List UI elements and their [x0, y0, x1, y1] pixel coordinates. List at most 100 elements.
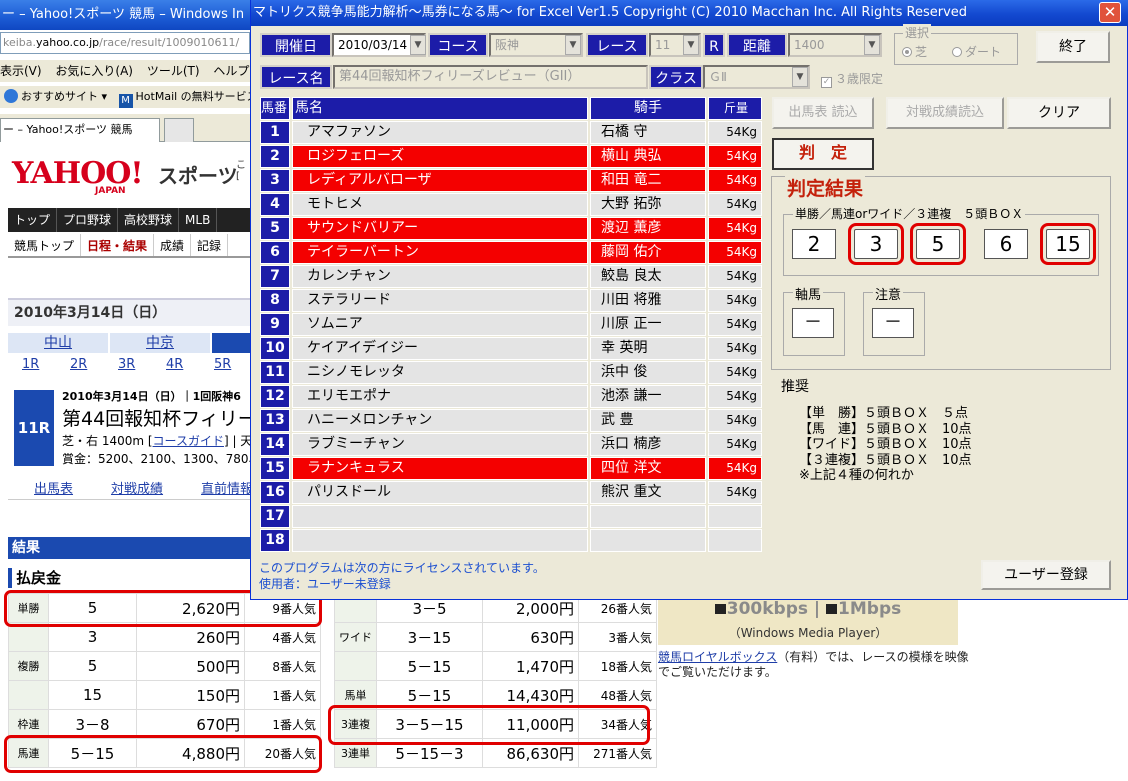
horse-row[interactable]: 18: [260, 529, 762, 553]
subnav-standings[interactable]: 成績: [154, 234, 192, 256]
horse-name[interactable]: ケイアイデイジー: [292, 337, 588, 360]
horse-name[interactable]: ラブミーチャン: [292, 433, 588, 456]
horse-name[interactable]: ハニーメロンチャン: [292, 409, 588, 432]
browser-tab-active[interactable]: ー – Yahoo!スポーツ 競馬: [0, 118, 160, 142]
horse-row[interactable]: 8 ステラリード 川田 将雅 54Kg: [260, 289, 762, 313]
horse-weight[interactable]: 54Kg: [708, 433, 762, 456]
horse-jockey[interactable]: 川原 正一: [590, 313, 706, 336]
royal-box-link[interactable]: 競馬ロイヤルボックス: [658, 650, 777, 664]
fav-recommended[interactable]: おすすめサイト ▾: [21, 90, 107, 103]
link-pre-race-info[interactable]: 直前情報: [201, 482, 250, 497]
subnav-schedule-results[interactable]: 日程・結果: [81, 234, 155, 256]
radio-turf[interactable]: 芝: [902, 43, 927, 60]
venue-chukyo[interactable]: 中京: [110, 333, 210, 353]
horse-jockey[interactable]: 川田 将雅: [590, 289, 706, 312]
horse-weight[interactable]: 54Kg: [708, 193, 762, 216]
new-tab-button[interactable]: [164, 118, 194, 142]
link-entries[interactable]: 出馬表: [34, 482, 73, 497]
race-link-1r[interactable]: 1R: [8, 357, 56, 372]
horse-name[interactable]: カレンチャン: [292, 265, 588, 288]
horse-jockey[interactable]: [590, 529, 706, 552]
nav-top[interactable]: トップ: [8, 208, 58, 232]
horse-weight[interactable]: 54Kg: [708, 313, 762, 336]
horse-name[interactable]: ロジフェローズ: [292, 145, 588, 168]
horse-name[interactable]: [292, 529, 588, 552]
menu-help[interactable]: ヘルプ(H): [213, 64, 250, 78]
fav-hotmail[interactable]: HotMail の無料サービス: [136, 90, 250, 103]
subnav-keiba-top[interactable]: 競馬トップ: [8, 234, 82, 256]
race-name-field[interactable]: 第44回報知杯フィリーズレビュー（GII）: [333, 65, 648, 89]
distance-dropdown-icon[interactable]: ▼: [864, 35, 880, 55]
horse-weight[interactable]: 54Kg: [708, 265, 762, 288]
load-entries-button[interactable]: 出馬表 読込: [772, 97, 874, 129]
horse-jockey[interactable]: 和田 竜二: [590, 169, 706, 192]
course-guide-link[interactable]: コースガイド: [153, 434, 224, 448]
horse-jockey[interactable]: 浜中 俊: [590, 361, 706, 384]
horse-name[interactable]: [292, 505, 588, 528]
nav-mlb[interactable]: MLB: [179, 208, 218, 232]
judge-button[interactable]: 判 定: [772, 138, 874, 170]
address-bar[interactable]: keiba.yahoo.co.jp/race/result/1009010611…: [0, 32, 250, 54]
horse-name[interactable]: モトヒメ: [292, 193, 588, 216]
horse-row[interactable]: 4 モトヒメ 大野 拓弥 54Kg: [260, 193, 762, 217]
horse-weight[interactable]: 54Kg: [708, 121, 762, 144]
horse-row[interactable]: 6 テイラーバートン 藤岡 佑介 54Kg: [260, 241, 762, 265]
horse-jockey[interactable]: 石橋 守: [590, 121, 706, 144]
nav-hs-baseball[interactable]: 高校野球: [118, 208, 180, 232]
horse-row[interactable]: 3 レディアルバローザ 和田 竜二 54Kg: [260, 169, 762, 193]
class-dropdown-icon[interactable]: ▼: [792, 67, 808, 87]
horse-weight[interactable]: 54Kg: [708, 481, 762, 504]
horse-jockey[interactable]: 横山 典弘: [590, 145, 706, 168]
horse-weight[interactable]: 54Kg: [708, 457, 762, 480]
horse-name[interactable]: ニシノモレッタ: [292, 361, 588, 384]
horse-jockey[interactable]: 大野 拓弥: [590, 193, 706, 216]
horse-row[interactable]: 12 エリモエポナ 池添 謙一 54Kg: [260, 385, 762, 409]
horse-name[interactable]: ソムニア: [292, 313, 588, 336]
horse-jockey[interactable]: 幸 英明: [590, 337, 706, 360]
horse-weight[interactable]: 54Kg: [708, 217, 762, 240]
radio-dirt[interactable]: ダート: [952, 43, 1001, 60]
horse-name[interactable]: サウンドバリアー: [292, 217, 588, 240]
horse-jockey[interactable]: 渡辺 薫彦: [590, 217, 706, 240]
video-1mbps[interactable]: 1Mbps: [838, 599, 901, 619]
horse-name[interactable]: ステラリード: [292, 289, 588, 312]
horse-row[interactable]: 16 パリスドール 熊沢 重文 54Kg: [260, 481, 762, 505]
race-link-4r[interactable]: 4R: [152, 357, 200, 372]
horse-jockey[interactable]: 藤岡 佑介: [590, 241, 706, 264]
horse-jockey[interactable]: 武 豊: [590, 409, 706, 432]
horse-weight[interactable]: 54Kg: [708, 361, 762, 384]
horse-row[interactable]: 2 ロジフェローズ 横山 典弘 54Kg: [260, 145, 762, 169]
race-link-2r[interactable]: 2R: [56, 357, 104, 372]
date-dropdown-icon[interactable]: ▼: [410, 35, 426, 55]
video-300kbps[interactable]: 300kbps: [727, 599, 808, 619]
horse-row[interactable]: 5 サウンドバリアー 渡辺 薫彦 54Kg: [260, 217, 762, 241]
user-register-button[interactable]: ユーザー登録: [981, 560, 1111, 590]
venue-nakayama[interactable]: 中山: [8, 333, 108, 353]
horse-weight[interactable]: 54Kg: [708, 145, 762, 168]
clear-button[interactable]: クリア: [1007, 97, 1111, 129]
horse-row[interactable]: 13 ハニーメロンチャン武 豊 54Kg: [260, 409, 762, 433]
horse-row[interactable]: 11 ニシノモレッタ 浜中 俊 54Kg: [260, 361, 762, 385]
horse-row[interactable]: 17: [260, 505, 762, 529]
horse-name[interactable]: テイラーバートン: [292, 241, 588, 264]
horse-name[interactable]: エリモエポナ: [292, 385, 588, 408]
yahoo-logo[interactable]: YAHOO!: [12, 158, 152, 200]
horse-jockey[interactable]: [590, 505, 706, 528]
horse-weight[interactable]: 54Kg: [708, 169, 762, 192]
menu-view[interactable]: 表示(V): [0, 64, 42, 78]
horse-jockey[interactable]: 池添 謙一: [590, 385, 706, 408]
race-link-3r[interactable]: 3R: [104, 357, 152, 372]
horse-weight[interactable]: 54Kg: [708, 289, 762, 312]
horse-weight[interactable]: 54Kg: [708, 385, 762, 408]
horse-row[interactable]: 9 ソムニア 川原 正一 54Kg: [260, 313, 762, 337]
horse-row[interactable]: 1 アマファソン 石橋 守 54Kg: [260, 121, 762, 145]
race-link-5r[interactable]: 5R: [200, 357, 248, 372]
horse-name[interactable]: アマファソン: [292, 121, 588, 144]
horse-weight[interactable]: [708, 505, 762, 528]
horse-row[interactable]: 10 ケイアイデイジー幸 英明 54Kg: [260, 337, 762, 361]
horse-weight[interactable]: 54Kg: [708, 241, 762, 264]
load-records-button[interactable]: 対戦成績読込: [886, 97, 1004, 129]
horse-jockey[interactable]: 熊沢 重文: [590, 481, 706, 504]
horse-row[interactable]: 15 ラナンキュラス 四位 洋文 54Kg: [260, 457, 762, 481]
subnav-records[interactable]: 記録: [191, 234, 229, 256]
